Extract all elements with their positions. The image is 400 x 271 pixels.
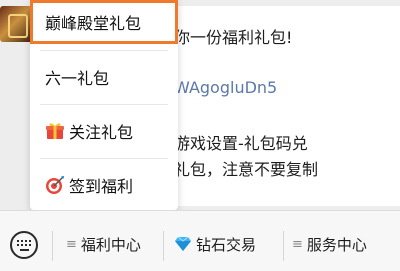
bottom-menu-diamond-trade[interactable]: 钻石交易 (174, 229, 256, 259)
keyboard-icon[interactable] (10, 231, 38, 259)
bottom-menu-welfare-center[interactable]: ≡ 福利中心 (66, 229, 141, 259)
bottom-menu-label: 福利中心 (80, 235, 141, 254)
avatar[interactable] (0, 6, 34, 42)
message-line: 你一份福利礼包! (174, 28, 293, 47)
diamond-icon (175, 236, 191, 251)
menu-lines-icon: ≡ (66, 236, 77, 252)
gift-icon (46, 123, 64, 139)
message-line: 礼包，注意不要复制 (174, 160, 319, 179)
target-icon (46, 176, 64, 194)
gift-code-link[interactable]: WAgogluDn5 (174, 78, 277, 97)
divider (52, 231, 53, 261)
bottom-menu-service-center[interactable]: ≡ 服务中心 (292, 229, 367, 259)
popup-item-peak-hall-gift[interactable]: 巅峰殿堂礼包 (30, 0, 178, 44)
popup-item-follow-gift[interactable]: 关注礼包 (30, 104, 178, 158)
popup-item-label: 六一礼包 (45, 69, 110, 88)
popup-item-label: 巅峰殿堂礼包 (45, 14, 142, 33)
bottom-menu-label: 服务中心 (306, 235, 367, 254)
divider (163, 231, 164, 261)
bottom-menu-bar: ≡ 福利中心 钻石交易 ≡ 服务中心 (0, 210, 400, 271)
popup-item-label: 关注礼包 (69, 123, 134, 142)
menu-lines-icon: ≡ (292, 236, 303, 252)
message-line: 游戏设置-礼包码兑 (174, 134, 308, 153)
divider (283, 231, 284, 261)
popup-item-children-day-gift[interactable]: 六一礼包 (30, 50, 178, 104)
popup-menu: 巅峰殿堂礼包 六一礼包 关注礼包 签到福利 (30, 0, 178, 210)
bottom-menu-label: 钻石交易 (196, 235, 257, 254)
popup-item-label: 签到福利 (69, 177, 134, 196)
popup-item-checkin-bonus[interactable]: 签到福利 (30, 158, 178, 212)
